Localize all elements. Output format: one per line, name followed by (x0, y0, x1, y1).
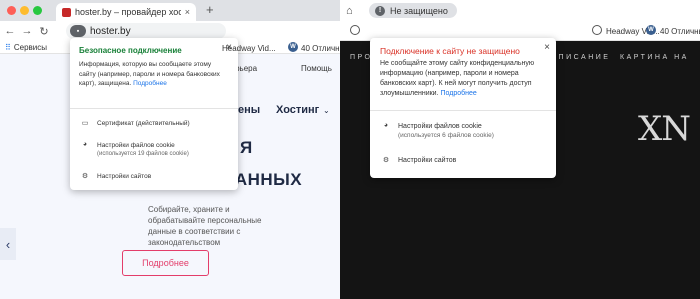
bookmark-40-free-left-window[interactable]: 40 Отличных Бес... (301, 44, 339, 53)
close-window-button[interactable] (7, 6, 16, 15)
popup-description: Не сообщайте этому сайту конфиденциальну… (380, 59, 550, 99)
globe-icon[interactable] (592, 25, 602, 35)
learn-more-link[interactable]: Подробнее (133, 80, 167, 87)
site-info-button[interactable]: ! Не защищено (369, 3, 457, 18)
nav-hosting[interactable]: Хостинг (276, 104, 319, 116)
forward-icon[interactable]: → (20, 25, 34, 37)
hero-heading-line1: Я (240, 138, 253, 157)
popup-title: Безопасное подключение (79, 46, 182, 55)
cookie-icon: ◕ (82, 141, 88, 148)
close-icon[interactable]: × (544, 42, 550, 53)
site-info-button[interactable]: ▪ (70, 25, 86, 37)
popup-divider (370, 110, 556, 111)
cookie-count-label: (используется 19 файлов cookie) (97, 151, 189, 157)
new-tab-button[interactable]: + (206, 2, 214, 17)
apps-grid-icon[interactable]: ⠿ (5, 43, 11, 52)
site-info-popup-secure: × Безопасное подключение Информация, кот… (70, 38, 238, 190)
cookie-settings-label: Настройки файлов cookie (398, 123, 482, 130)
chevron-left-icon: ‹ (5, 236, 11, 252)
popup-title: Подключение к сайту не защищено (380, 46, 520, 56)
minimize-window-button[interactable] (20, 6, 29, 15)
not-secure-label: Не защищено (390, 5, 448, 16)
globe-icon[interactable] (350, 25, 360, 35)
site-settings-row[interactable]: ⚙ Настройки сайтов (79, 172, 151, 181)
certificate-row[interactable]: ▭ Сертификат (действительный) (79, 119, 190, 128)
url-text: hoster.by (90, 25, 131, 37)
gear-icon: ⚙ (382, 157, 390, 164)
certificate-label: Сертификат (действительный) (97, 120, 190, 127)
tab-hoster[interactable]: hoster.by – провайдер хостинг × (56, 3, 196, 21)
screenshot-stage: hoster.by – провайдер хостинг × + ← → ↻ … (0, 0, 700, 299)
site-settings-label: Настройки сайтов (398, 157, 457, 164)
warning-icon: ! (375, 5, 385, 16)
bookmark-services[interactable]: Сервисы (14, 43, 47, 52)
cookie-count-label: (используется 6 файлов cookie) (398, 132, 494, 139)
nav-help[interactable]: Помощь (301, 64, 332, 73)
wordpress-icon: W (288, 42, 298, 52)
more-button[interactable]: Подробнее (122, 250, 209, 276)
wordpress-icon: W (646, 25, 656, 35)
site-favicon-icon (62, 7, 71, 17)
bookmark-40-free[interactable]: 40 Отличных Бес... (660, 27, 700, 36)
gear-icon: ⚙ (81, 173, 89, 180)
site-settings-row[interactable]: ⚙ Настройки сайтов (380, 156, 456, 165)
popup-divider (70, 108, 238, 109)
popup-description: Информация, которую вы сообщаете этому с… (79, 60, 229, 89)
nav-item-picture[interactable]: КАРТИНА НА (620, 54, 689, 61)
nav-item-description[interactable]: СПИСАНИЕ (551, 54, 610, 61)
hero-subtitle: Собирайте, храните и обрабатывайте персо… (148, 205, 262, 247)
site-logo: XN (638, 109, 691, 149)
cookie-settings-row[interactable]: ◕ Настройки файлов cookie (используется … (79, 141, 189, 159)
address-bar[interactable]: ▪ hoster.by (66, 23, 226, 39)
cookie-icon: ◕ (383, 122, 389, 129)
tab-title: hoster.by – провайдер хостинг (75, 7, 181, 17)
slider-prev-button[interactable]: ‹ (0, 228, 16, 260)
site-info-popup-insecure: × Подключение к сайту не защищено Не соо… (370, 38, 556, 178)
zoom-window-button[interactable] (33, 6, 42, 15)
cookie-settings-label: Настройки файлов cookie (97, 142, 175, 149)
lock-icon: ▪ (76, 27, 80, 35)
back-icon[interactable]: ← (3, 25, 17, 37)
bookmark-headway-left-window[interactable]: Headway Vid... (222, 44, 276, 53)
nav-prices[interactable]: ены (238, 104, 260, 116)
cookie-settings-row[interactable]: ◕ Настройки файлов cookie (используется … (380, 122, 494, 140)
certificate-icon: ▭ (81, 120, 89, 127)
tab-close-icon[interactable]: × (185, 7, 190, 17)
chevron-down-icon: ⌄ (323, 106, 330, 115)
home-icon[interactable]: ⌂ (346, 5, 353, 17)
learn-more-link[interactable]: Подробнее (440, 90, 476, 97)
site-settings-label: Настройки сайтов (97, 173, 152, 180)
tab-bar: hoster.by – провайдер хостинг × + (0, 0, 340, 21)
toolbar: ⌂ ! Не защищено (340, 0, 700, 21)
reload-icon[interactable]: ↻ (37, 25, 51, 38)
